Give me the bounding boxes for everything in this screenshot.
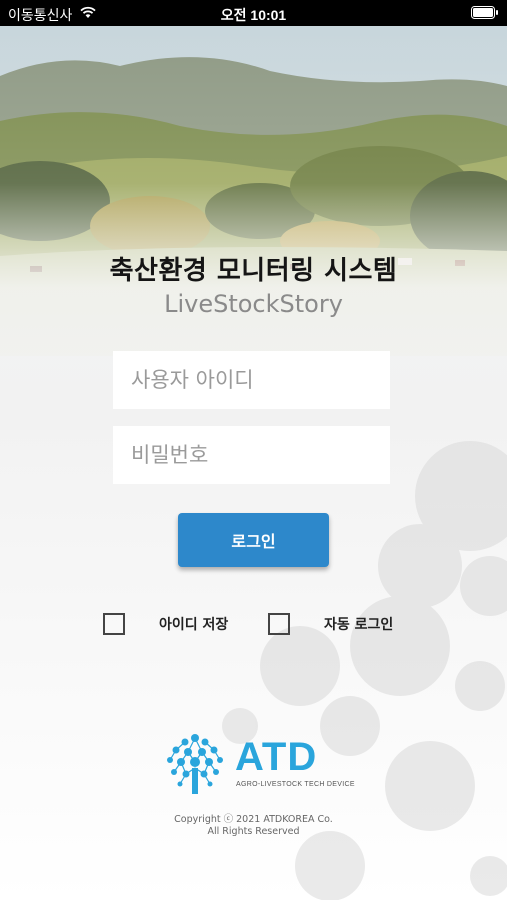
atd-logo-tagline: AGRO-LIVESTOCK TECH DEVICE (236, 781, 355, 788)
auto-login-label: 자동 로그인 (324, 617, 394, 633)
app-title: 축산환경 모니터링 시스템 (109, 256, 398, 286)
save-id-label: 아이디 저장 (159, 617, 229, 633)
battery-icon (471, 6, 499, 22)
atd-logo-text: ATD (235, 735, 318, 779)
copyright-line-2: All Rights Reserved (207, 826, 300, 837)
status-bar: 이동통신사 오전 10:01 (0, 0, 507, 26)
copyright-line-1: Copyright ⓒ 2021 ATDKOREA Co. (174, 814, 333, 825)
save-id-checkbox[interactable] (103, 613, 125, 635)
app-subtitle: LiveStockStory (164, 290, 343, 318)
status-time: 오전 10:01 (220, 7, 287, 23)
auto-login-option[interactable]: 자동 로그인 (268, 613, 393, 635)
auto-login-checkbox[interactable] (268, 613, 290, 635)
userid-input[interactable] (113, 351, 390, 409)
atd-logo-icon (166, 732, 224, 800)
save-id-option[interactable]: 아이디 저장 (103, 613, 228, 635)
password-input[interactable] (113, 426, 390, 484)
copyright: Copyright ⓒ 2021 ATDKOREA Co. All Rights… (0, 814, 507, 838)
login-button[interactable]: 로그인 (178, 513, 329, 567)
